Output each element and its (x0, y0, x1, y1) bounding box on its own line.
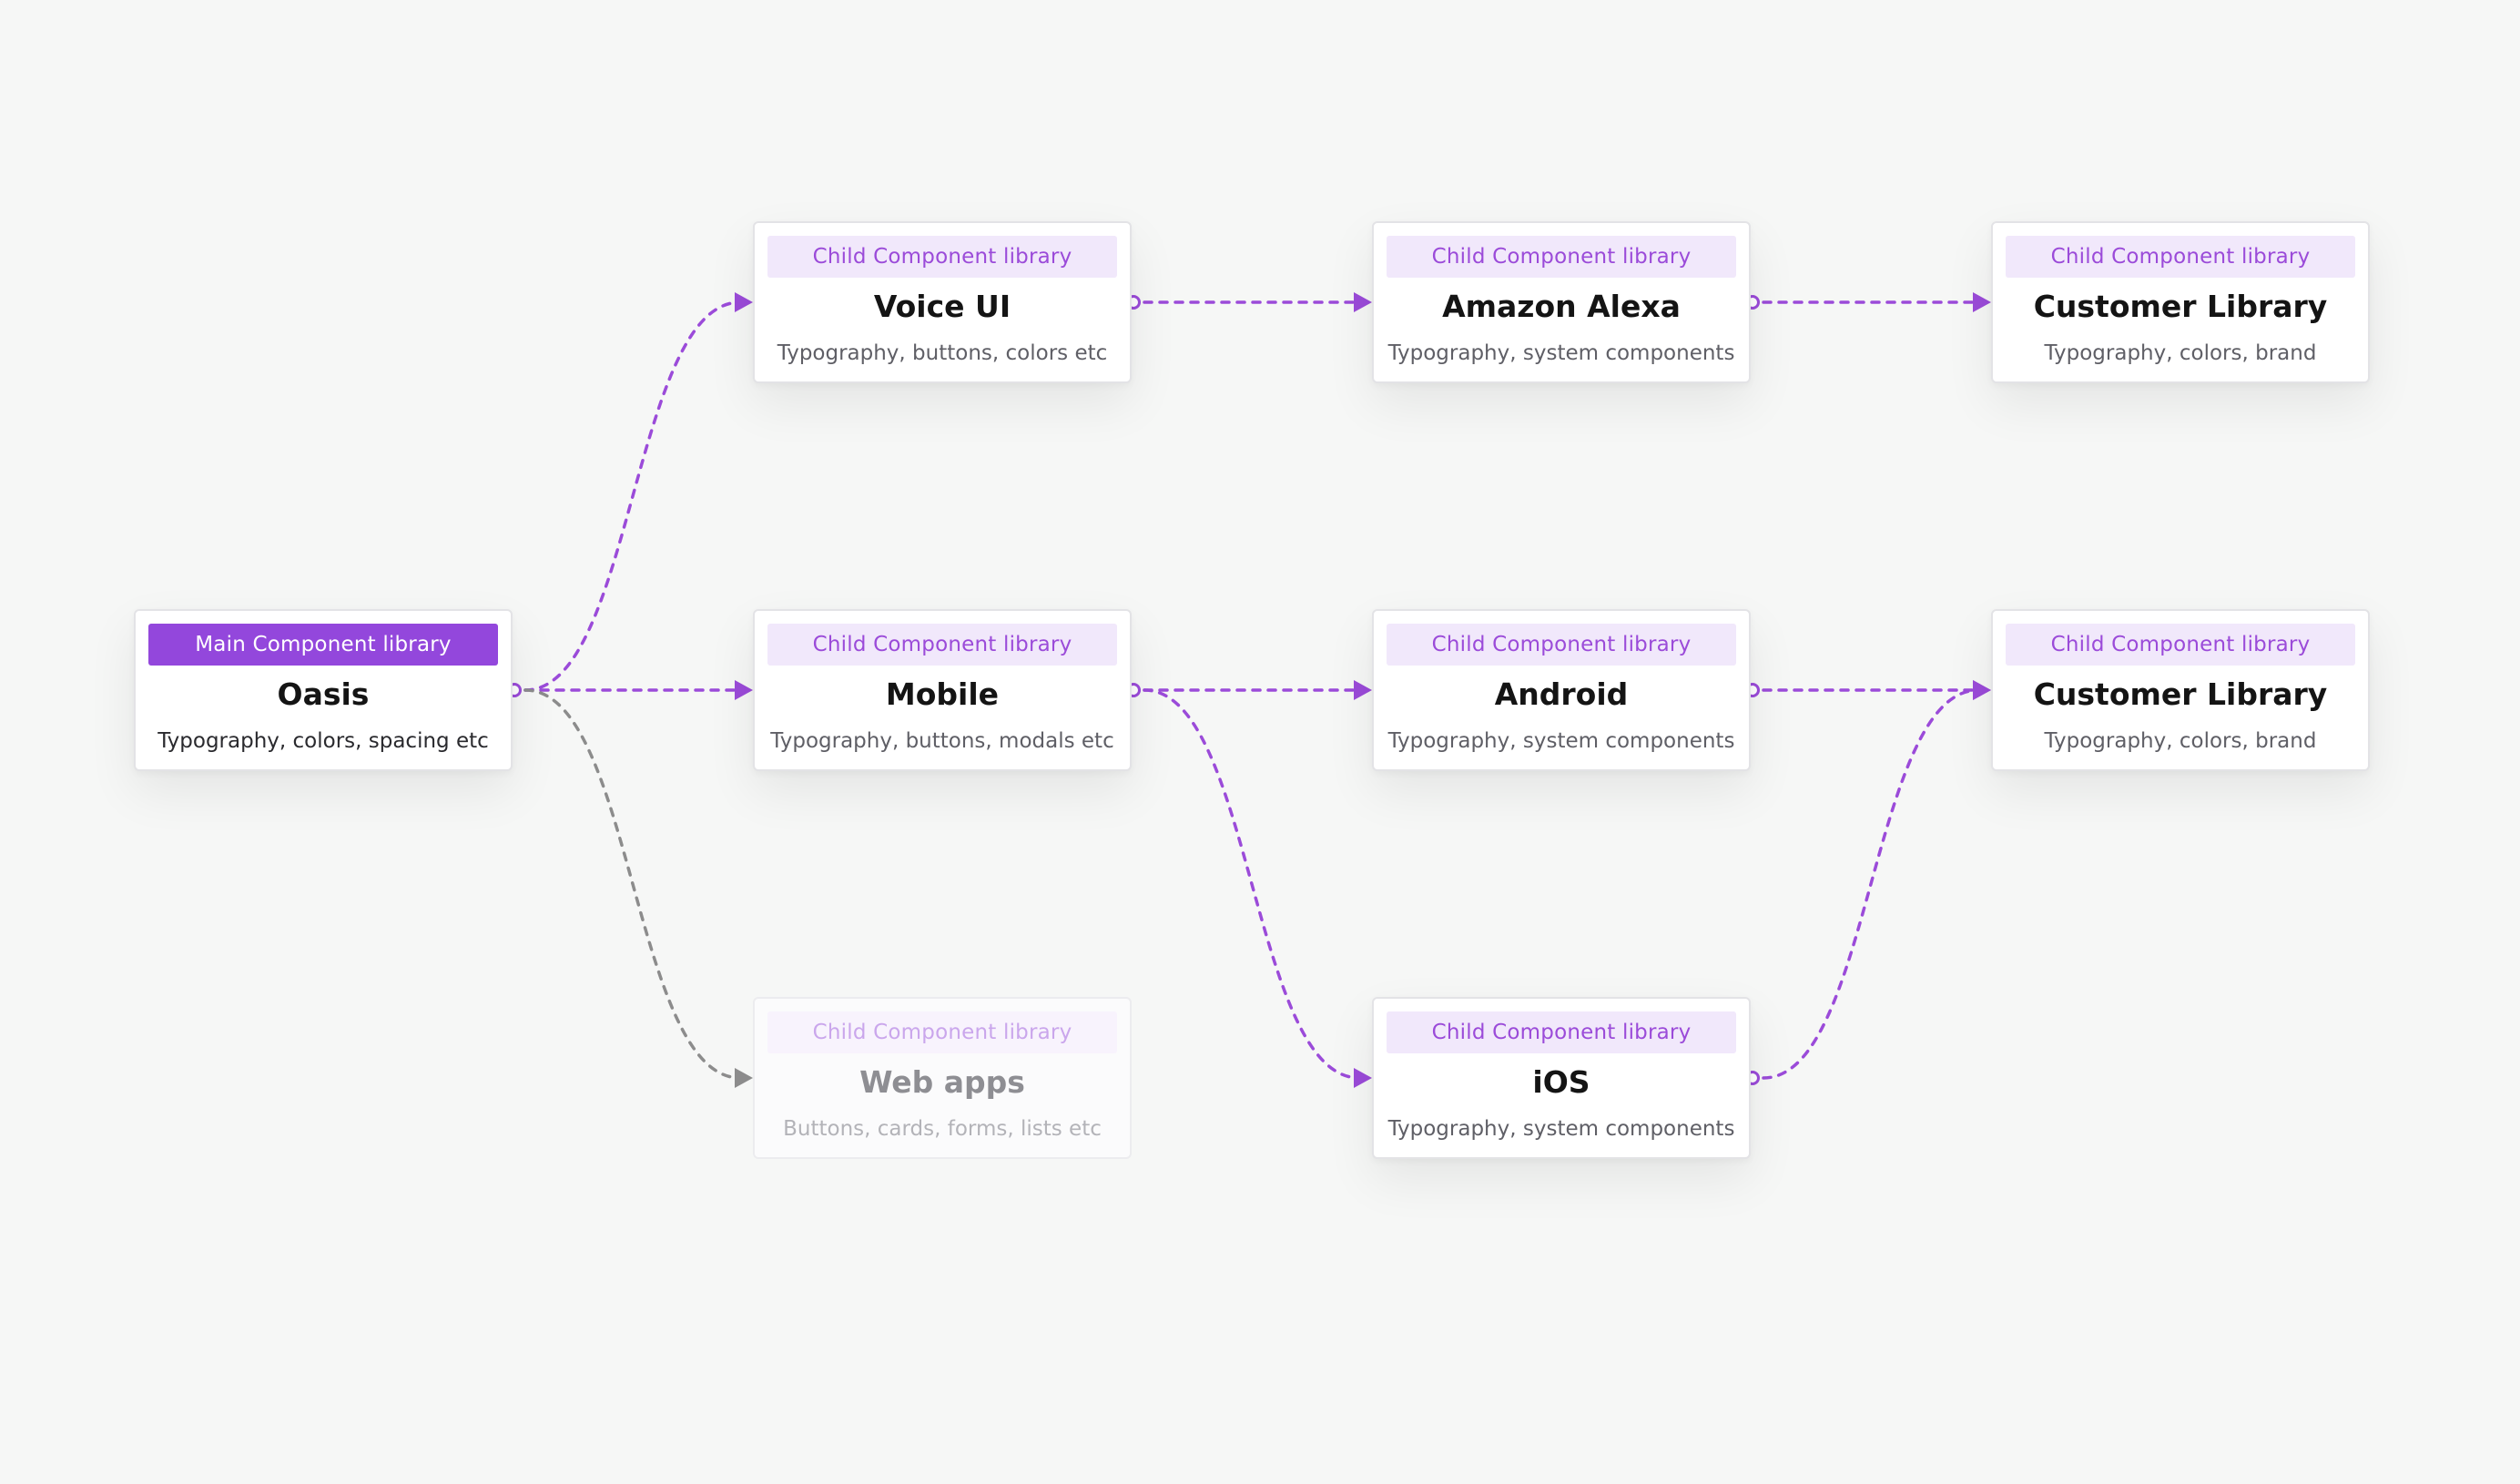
edge-android-to-customer-library-2 (1762, 680, 1991, 700)
node-tag-child: Child Component library (2006, 236, 2355, 278)
node-tag-child: Child Component library (767, 236, 1117, 278)
node-description: Typography, colors, brand (2044, 729, 2317, 753)
edge-oasis-to-mobile (523, 680, 753, 700)
edge-line (1143, 688, 1361, 1080)
arrowhead-icon (735, 680, 753, 700)
node-amazon-alexa[interactable]: Child Component library Amazon Alexa Typ… (1372, 221, 1751, 383)
node-ios[interactable]: Child Component library iOS Typography, … (1372, 997, 1751, 1159)
edge-line (523, 688, 742, 1080)
node-tag-child: Child Component library (2006, 624, 2355, 666)
arrowhead-icon (735, 292, 753, 312)
edge-voice-ui-to-amazon-alexa (1143, 292, 1372, 312)
node-description: Typography, system components (1387, 1117, 1735, 1141)
edge-line (1762, 688, 1980, 1080)
node-customer-library-top[interactable]: Child Component library Customer Library… (1991, 221, 2370, 383)
arrowhead-icon (1973, 680, 1991, 700)
node-tag-child: Child Component library (1387, 1011, 1736, 1053)
node-description: Typography, system components (1387, 729, 1735, 753)
node-customer-library-middle[interactable]: Child Component library Customer Library… (1991, 609, 2370, 771)
edge-ios-to-customer-library-2 (1762, 680, 1991, 1080)
node-oasis[interactable]: Main Component library Oasis Typography,… (134, 609, 513, 771)
node-description: Buttons, cards, forms, lists etc (783, 1117, 1102, 1141)
node-mobile[interactable]: Child Component library Mobile Typograph… (753, 609, 1132, 771)
node-tag-child: Child Component library (767, 1011, 1117, 1053)
diagram-canvas: Main Component library Oasis Typography,… (0, 0, 2520, 1484)
arrowhead-icon (1354, 292, 1372, 312)
arrowhead-icon (735, 1068, 753, 1088)
node-title: Android (1494, 676, 1629, 712)
node-title: Web apps (859, 1064, 1025, 1100)
edge-line (523, 300, 742, 692)
edge-amazon-alexa-to-customer-library-1 (1762, 292, 1991, 312)
node-title: Voice UI (873, 289, 1011, 324)
node-title: Mobile (885, 676, 1000, 712)
node-title: iOS (1532, 1064, 1590, 1100)
node-description: Typography, colors, spacing etc (158, 729, 489, 753)
node-voice-ui[interactable]: Child Component library Voice UI Typogra… (753, 221, 1132, 383)
node-tag-main: Main Component library (148, 624, 498, 666)
node-title: Customer Library (2033, 676, 2328, 712)
arrowhead-icon (1973, 292, 1991, 312)
node-web-apps[interactable]: Child Component library Web apps Buttons… (753, 997, 1132, 1159)
node-description: Typography, buttons, modals etc (770, 729, 1114, 753)
node-title: Oasis (277, 676, 370, 712)
node-description: Typography, system components (1387, 341, 1735, 365)
edge-mobile-to-android (1143, 680, 1372, 700)
node-title: Amazon Alexa (1442, 289, 1681, 324)
arrowhead-icon (1354, 1068, 1372, 1088)
arrowhead-icon (1354, 680, 1372, 700)
edge-mobile-to-ios (1143, 688, 1372, 1088)
node-tag-child: Child Component library (1387, 236, 1736, 278)
node-tag-child: Child Component library (767, 624, 1117, 666)
edge-oasis-to-web-apps (523, 688, 753, 1088)
node-tag-child: Child Component library (1387, 624, 1736, 666)
node-android[interactable]: Child Component library Android Typograp… (1372, 609, 1751, 771)
node-title: Customer Library (2033, 289, 2328, 324)
node-description: Typography, buttons, colors etc (777, 341, 1108, 365)
edge-oasis-to-voice-ui (523, 292, 753, 692)
node-description: Typography, colors, brand (2044, 341, 2317, 365)
